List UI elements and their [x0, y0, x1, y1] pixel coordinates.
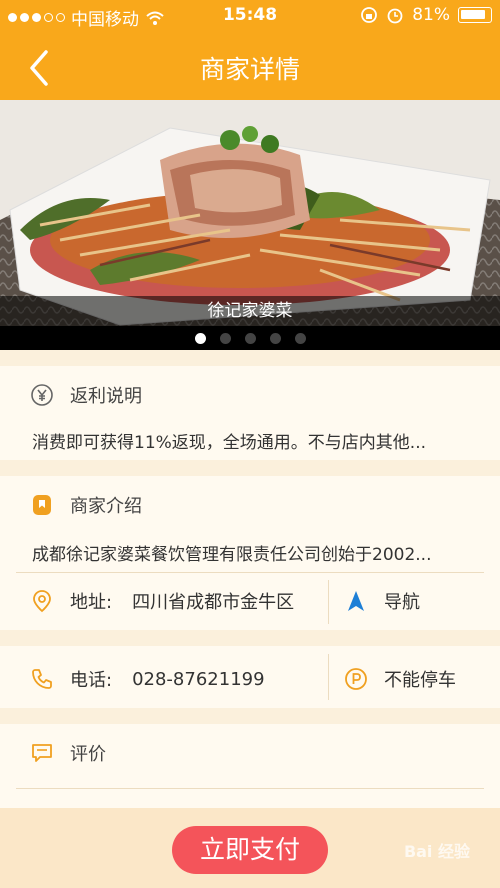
- address-value: 四川省成都市金牛区: [132, 592, 295, 613]
- phone-icon: [32, 669, 52, 689]
- rebate-card[interactable]: 返利说明 消费即可获得11%返现，全场通用。不与店内其他...: [0, 366, 500, 460]
- address-row[interactable]: 地址: 四川省成都市金牛区: [30, 588, 294, 614]
- intro-heading: 商家介绍: [70, 496, 142, 517]
- hero-caption: 徐记家婆菜: [0, 296, 500, 326]
- currency-icon: [31, 384, 53, 406]
- intro-header: 商家介绍: [30, 492, 142, 518]
- pay-now-button[interactable]: 立即支付: [172, 826, 328, 874]
- review-header: 评价: [30, 740, 106, 766]
- contact-card: 电话: 028-87621199 不能停车: [0, 646, 500, 708]
- navigate-button[interactable]: 导航: [344, 588, 420, 614]
- carousel-dot[interactable]: [194, 332, 206, 344]
- phone-label: 电话:: [70, 670, 113, 691]
- battery-percent: 81%: [412, 5, 450, 25]
- bottom-bar: 立即支付 Bai 经验: [0, 808, 500, 888]
- hero-carousel[interactable]: 徐记家婆菜: [0, 100, 500, 350]
- navigate-label: 导航: [384, 592, 420, 613]
- review-card[interactable]: 评价: [0, 724, 500, 808]
- carousel-dot[interactable]: [244, 332, 256, 344]
- divider: [16, 788, 484, 789]
- carousel-dot[interactable]: [269, 332, 281, 344]
- status-bar: 中国移动 15:48 81%: [0, 0, 500, 32]
- divider: [328, 654, 329, 700]
- navigation-arrow-icon: [348, 591, 364, 611]
- carousel-dot[interactable]: [294, 332, 306, 344]
- phone-value: 028-87621199: [132, 668, 265, 690]
- nav-bar: 商家详情: [0, 32, 500, 100]
- status-right: 81%: [360, 5, 492, 25]
- divider: [16, 572, 484, 573]
- address-label: 地址:: [70, 592, 113, 613]
- rebate-heading: 返利说明: [70, 386, 142, 407]
- phone-row[interactable]: 电话: 028-87621199: [30, 666, 265, 692]
- parking-label: 不能停车: [384, 670, 456, 691]
- battery-icon: [458, 7, 492, 23]
- location-pin-icon: [33, 590, 51, 613]
- parking-info: 不能停车: [344, 666, 456, 692]
- comment-icon: [32, 744, 52, 762]
- merchant-info-card: 商家介绍 成都徐记家婆菜餐饮管理有限责任公司创始于2002... 地址: 四川省…: [0, 476, 500, 630]
- page-title: 商家详情: [199, 55, 300, 84]
- bookmark-icon: [33, 495, 51, 515]
- divider: [328, 580, 329, 624]
- review-heading: 评价: [70, 744, 106, 765]
- carousel-dot[interactable]: [219, 332, 231, 344]
- baidu-watermark: Bai 经验: [403, 842, 470, 861]
- intro-description[interactable]: 成都徐记家婆菜餐饮管理有限责任公司创始于2002...: [32, 540, 431, 565]
- rebate-description: 消费即可获得11%返现，全场通用。不与店内其他...: [32, 433, 426, 453]
- parking-icon: [345, 668, 367, 690]
- rotation-lock-icon: [361, 7, 378, 23]
- alarm-icon: [387, 8, 403, 24]
- carousel-indicator: [0, 326, 500, 350]
- rebate-header: 返利说明: [30, 382, 142, 408]
